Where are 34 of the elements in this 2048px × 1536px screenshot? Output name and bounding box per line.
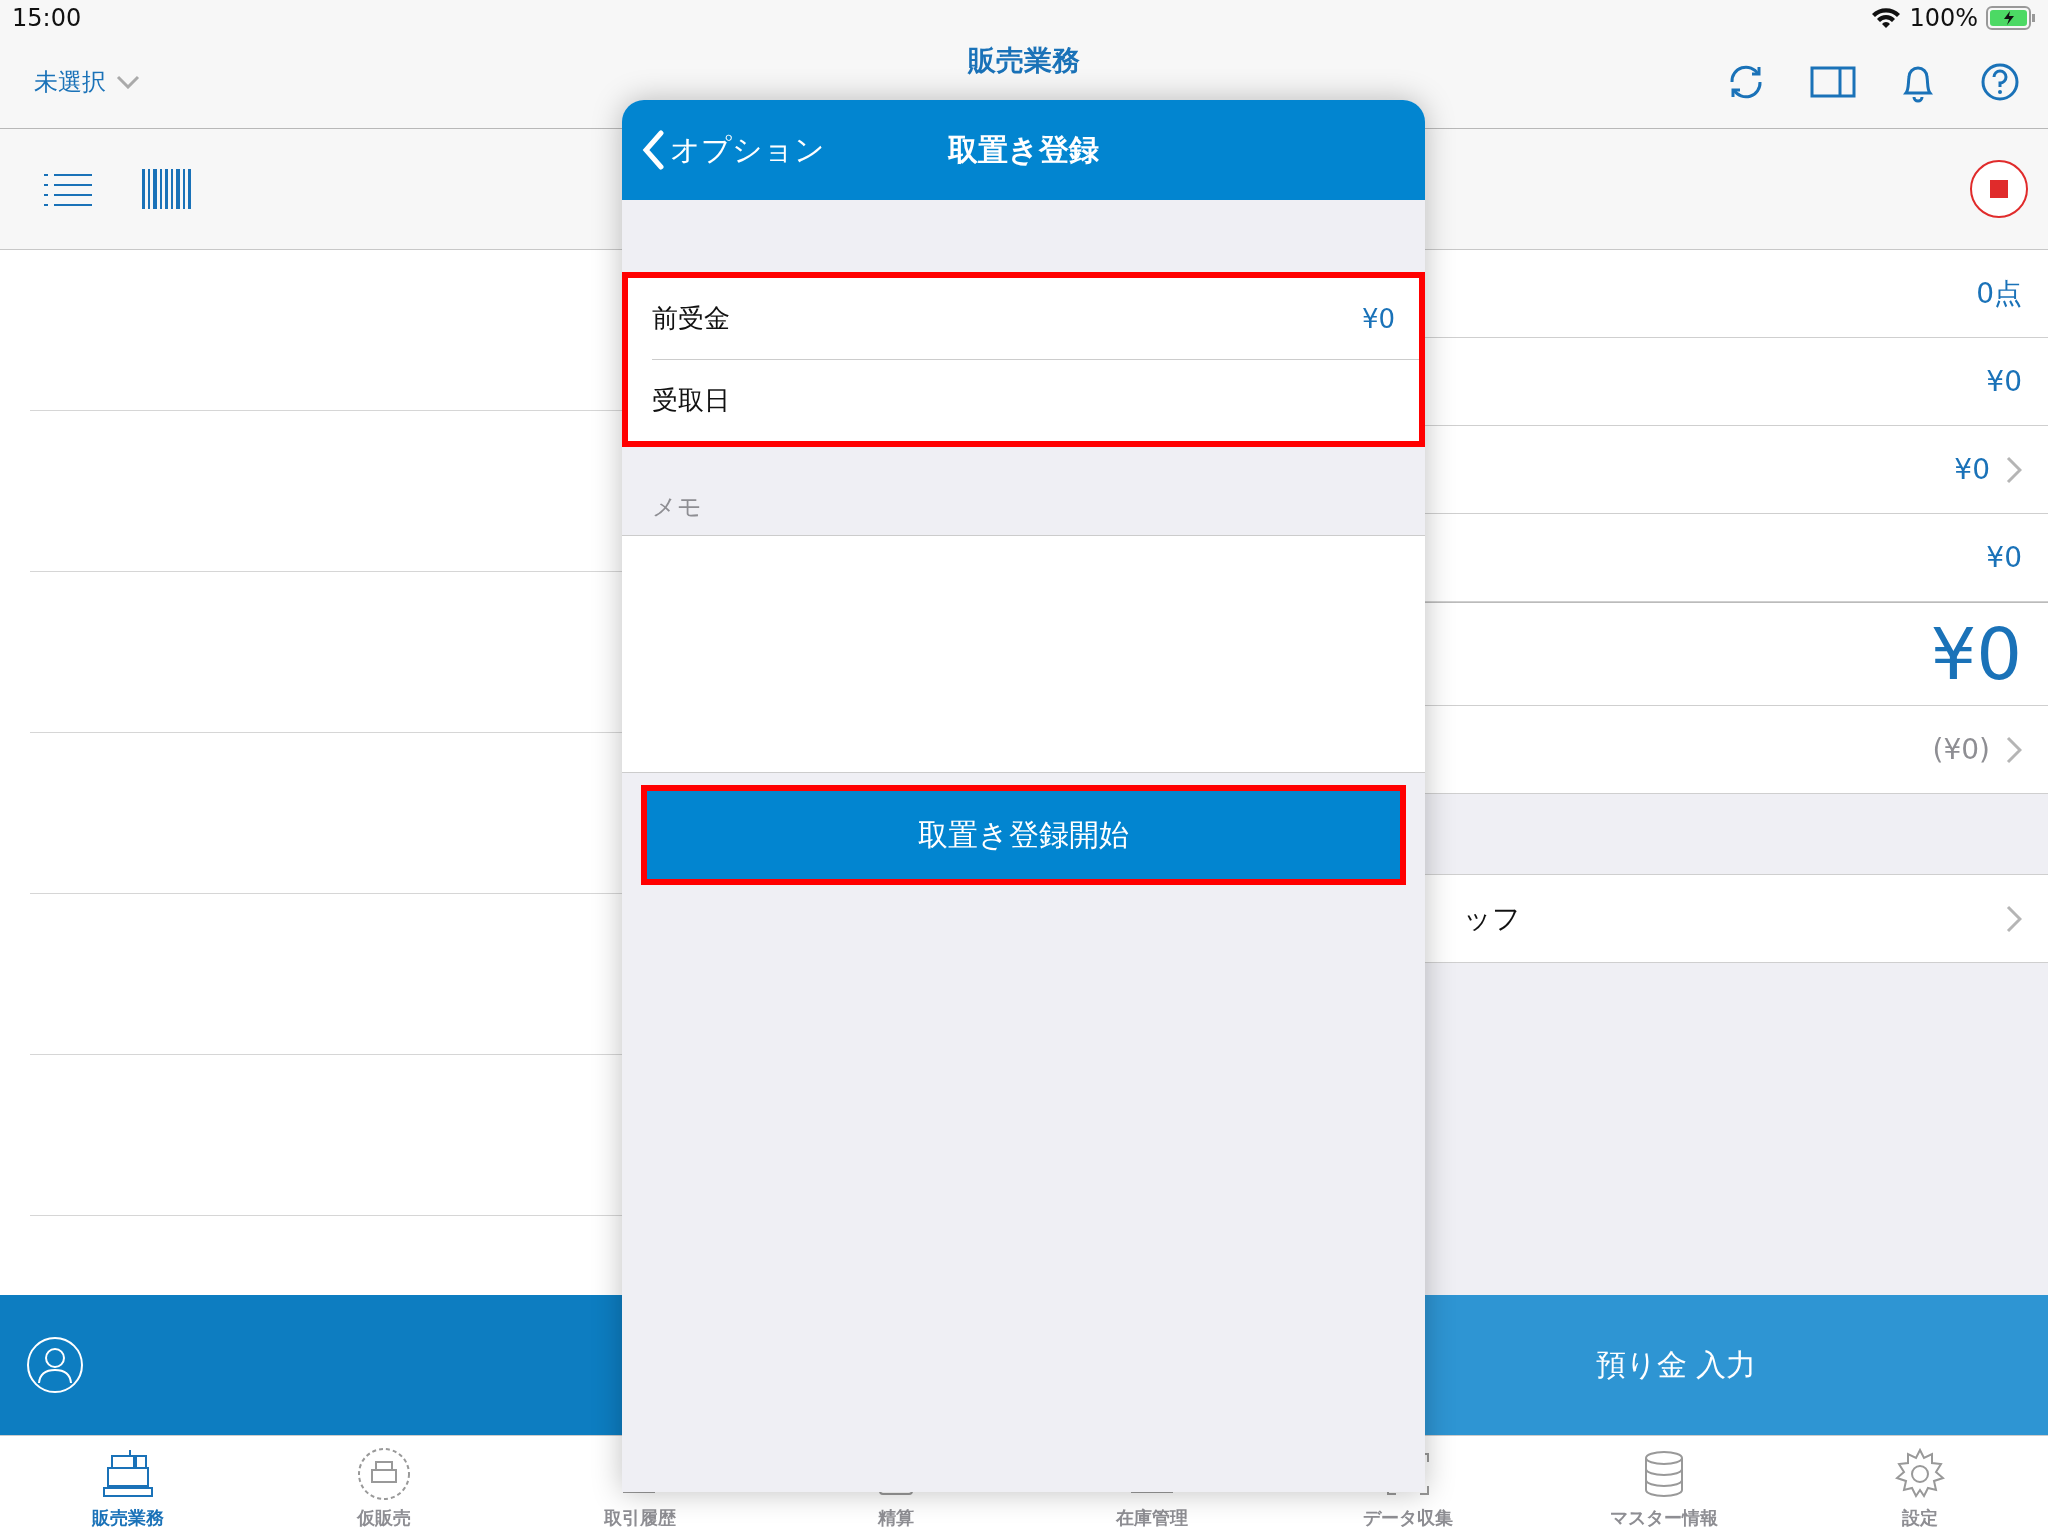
section-header: メモ <box>651 492 703 523</box>
tab[interactable]: マスター情報 <box>1536 1436 1792 1536</box>
stop-button[interactable] <box>1970 160 2028 218</box>
store-selector[interactable]: 未選択 <box>28 65 146 99</box>
field-value[interactable]: ¥0 <box>1361 303 1395 334</box>
wifi-icon <box>1871 7 1902 29</box>
amount: ¥0 <box>1930 612 2022 696</box>
split-view-icon[interactable] <box>1810 66 1856 98</box>
caret-icon <box>116 75 140 89</box>
amount: (¥0) <box>1932 733 1990 766</box>
field-label: 前受金 <box>652 302 730 335</box>
list-icon[interactable] <box>44 171 92 207</box>
battery-icon <box>1986 6 2036 30</box>
start-button[interactable]: 取置き登録開始 <box>647 791 1400 879</box>
field-label: 受取日 <box>652 384 730 417</box>
amount: ¥0 <box>1986 365 2022 398</box>
amount: 0点 <box>1976 275 2022 312</box>
modal-title: 取置き登録 <box>948 130 1099 169</box>
back-chevron-icon <box>642 130 664 170</box>
memo-field[interactable] <box>622 535 1425 773</box>
dashed-register-icon <box>356 1446 412 1502</box>
row-label: ッフ <box>1463 900 1521 937</box>
back-button[interactable]: オプション <box>642 129 825 171</box>
tab[interactable]: 設定 <box>1792 1436 2048 1536</box>
tab[interactable]: 販売業務 <box>0 1436 256 1536</box>
clock-time: 15:00 <box>12 4 82 32</box>
screen-title: 販売業務 <box>968 43 1080 79</box>
amount: ¥0 <box>1986 541 2022 574</box>
battery-percent: 100% <box>1909 4 1978 32</box>
customer-icon[interactable] <box>26 1336 84 1394</box>
help-icon[interactable] <box>1980 62 2020 102</box>
tab[interactable]: 仮販売 <box>256 1436 512 1536</box>
barcode-icon[interactable] <box>142 169 192 209</box>
amount: ¥0 <box>1954 453 1990 486</box>
